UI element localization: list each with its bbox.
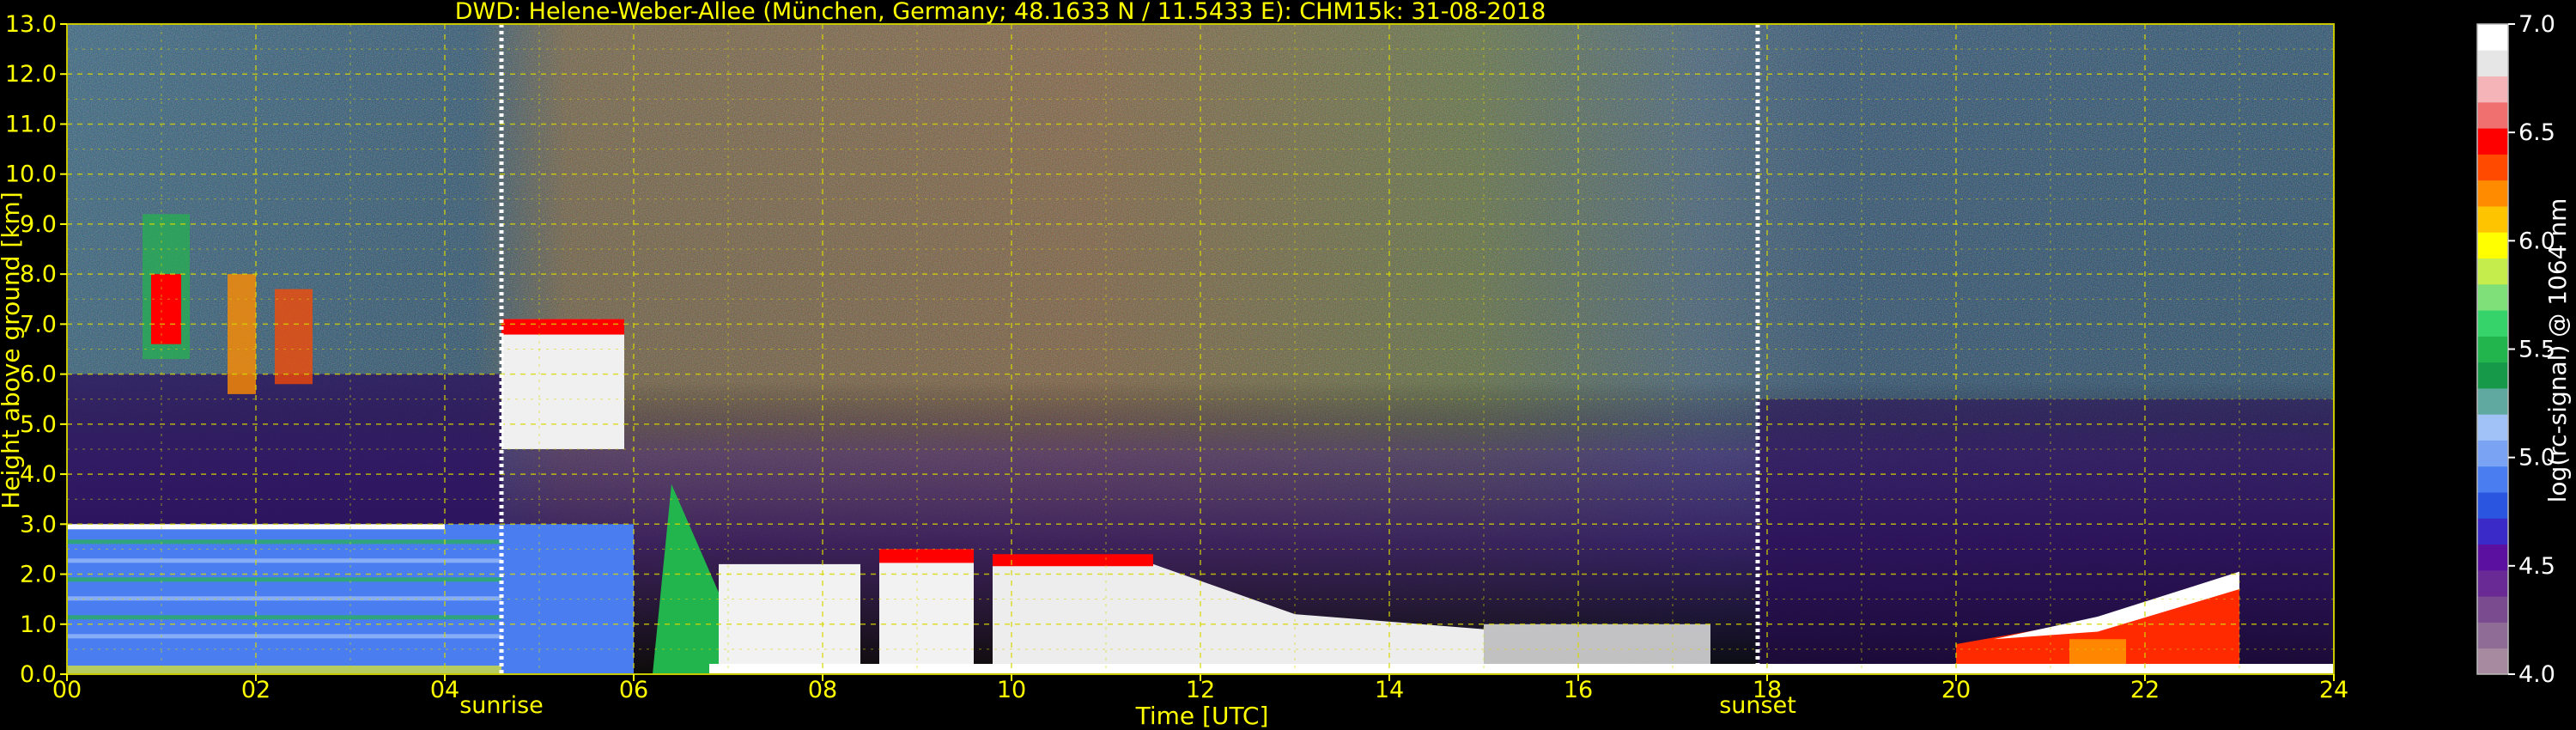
y-tick-label: 1.0 [20, 611, 57, 638]
colorbar-swatch [2477, 336, 2508, 363]
x-tick-label: 20 [1941, 677, 1971, 703]
colorbar-tick-label: 4.0 [2518, 661, 2555, 688]
colorbar-swatch [2477, 24, 2508, 51]
y-tick-label: 7.0 [20, 311, 57, 338]
y-tick-label: 10.0 [5, 161, 57, 188]
x-tick-label: 14 [1375, 677, 1404, 703]
boundary-layer-band [67, 539, 501, 544]
y-tick-label: 5.0 [20, 411, 57, 438]
cloud-top-edge [879, 549, 974, 563]
colorbar-tick-label: 7.0 [2518, 11, 2555, 38]
colorbar-swatch [2477, 596, 2508, 623]
x-tick-label: 04 [430, 677, 459, 703]
cirrus-cloud [275, 289, 313, 385]
y-tick-label: 11.0 [5, 111, 57, 137]
colorbar-swatch [2477, 414, 2508, 441]
y-tick-label: 4.0 [20, 461, 57, 488]
x-tick-label: 06 [619, 677, 648, 703]
colorbar-swatch [2477, 569, 2508, 597]
cumulus-cloud [879, 549, 974, 674]
colorbar-swatch [2477, 648, 2508, 675]
sunrise-label: sunrise [459, 692, 544, 719]
colorbar-swatch [2477, 205, 2508, 233]
y-tick-label: 8.0 [20, 261, 57, 288]
colorbar-swatch [2477, 128, 2508, 155]
x-tick-label: 12 [1186, 677, 1215, 703]
y-tick-label: 3.0 [20, 511, 57, 538]
colorbar-swatch [2477, 492, 2508, 519]
boundary-layer [501, 524, 634, 674]
boundary-layer-band [67, 634, 501, 639]
chart-title: DWD: Helene-Weber-Allee (München, German… [455, 0, 1546, 25]
colorbar-swatch [2477, 518, 2508, 545]
cloud-top-edge [501, 319, 624, 335]
y-tick-label: 13.0 [5, 11, 57, 38]
y-tick-label: 2.0 [20, 562, 57, 588]
boundary-layer-band [67, 558, 501, 563]
surface-return [709, 664, 2334, 674]
colorbar-label: log(rc-signal) @ 1064 nm [2543, 198, 2572, 503]
y-tick-label: 9.0 [20, 211, 57, 238]
x-axis-label: Time [UTC] [1135, 702, 1269, 730]
colorbar-tick-label: 4.5 [2518, 553, 2555, 580]
x-tick-label: 10 [997, 677, 1026, 703]
colorbar-tick-label: 6.5 [2518, 119, 2555, 146]
colorbar-swatch [2477, 622, 2508, 649]
x-tick-label: 02 [241, 677, 270, 703]
cirrus-core [151, 274, 181, 344]
colorbar-swatch [2477, 283, 2508, 311]
colorbar-swatch [2477, 258, 2508, 285]
x-tick-label: 22 [2130, 677, 2160, 703]
layer-top [67, 524, 445, 530]
y-tick-label: 6.0 [20, 362, 57, 388]
colorbar-swatch [2477, 362, 2508, 389]
cirrus-cloud [228, 274, 256, 394]
cumulus-cloud [719, 563, 860, 674]
colorbar-swatch [2477, 440, 2508, 467]
boundary-layer-band [67, 596, 501, 601]
colorbar-swatch [2477, 465, 2508, 493]
colorbar-swatch [2477, 387, 2508, 415]
colorbar-swatch [2477, 154, 2508, 181]
x-tick-label: 24 [2319, 677, 2348, 703]
x-tick-label: 18 [1753, 677, 1782, 703]
colorbar-swatch [2477, 310, 2508, 337]
boundary-layer-band [67, 577, 501, 582]
colorbar-swatch [2477, 101, 2508, 129]
cloud-top-edge [993, 554, 1153, 567]
y-axis-label: Height above ground [km] [0, 192, 25, 509]
colorbar-swatch [2477, 179, 2508, 207]
colorbar-swatch [2477, 76, 2508, 103]
colorbar-swatch [2477, 544, 2508, 571]
surface-layer [67, 666, 501, 674]
colorbar-swatch [2477, 50, 2508, 77]
colorbar-swatch [2477, 232, 2508, 259]
ceilometer-chart: sunrise sunset 00 02 04 06 08 10 12 14 16 18 20 22 24… [0, 0, 2572, 730]
x-tick-label: 08 [808, 677, 837, 703]
boundary-layer-band [67, 615, 501, 620]
y-tick-label: 12.0 [5, 61, 57, 88]
y-tick-label: 0.0 [20, 661, 57, 688]
x-tick-label: 16 [1564, 677, 1593, 703]
mid-level-cloud [501, 319, 624, 449]
